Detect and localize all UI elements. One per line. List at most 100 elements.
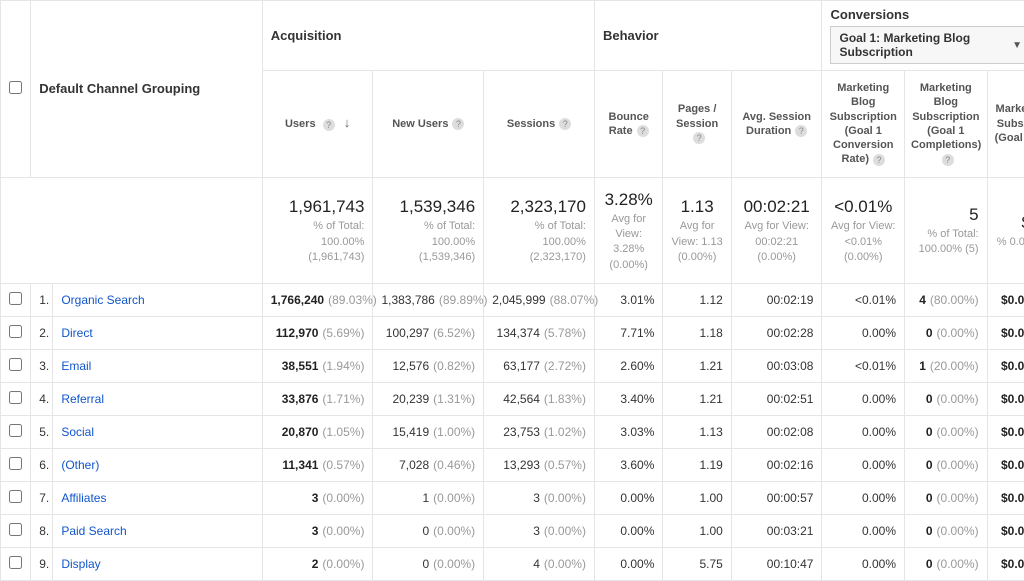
col-users[interactable]: Users ? ↓ xyxy=(262,71,373,178)
cell-pages: 1.19 xyxy=(663,449,731,482)
cell-completions: 1(20.00%) xyxy=(905,350,988,383)
row-checkbox-cell xyxy=(1,383,31,416)
row-checkbox-cell xyxy=(1,416,31,449)
channel-link[interactable]: Referral xyxy=(61,392,104,406)
table-row: 1.Organic Search1,766,240(89.03%)1,383,7… xyxy=(1,284,1024,317)
summary-value: $% 0.00 xyxy=(987,177,1024,283)
dimension-header[interactable]: Default Channel Grouping xyxy=(31,1,263,178)
cell-completions: 0(0.00%) xyxy=(905,416,988,449)
cell-new-users: 12,576(0.82%) xyxy=(373,350,484,383)
table-row: 6.(Other)11,341(0.57%)7,028(0.46%)13,293… xyxy=(1,449,1024,482)
cell-users: 38,551(1.94%) xyxy=(262,350,373,383)
col-value[interactable]: Market Subsc (Goal 1 xyxy=(987,71,1024,178)
col-pages[interactable]: Pages / Session? xyxy=(663,71,731,178)
cell-bounce: 0.00% xyxy=(594,482,662,515)
summary-conv-rate: <0.01%Avg for View: <0.01% (0.00%) xyxy=(822,177,905,283)
help-icon[interactable]: ? xyxy=(942,154,954,166)
col-completions[interactable]: Marketing Blog Subscription (Goal 1 Comp… xyxy=(905,71,988,178)
select-all-checkbox[interactable] xyxy=(9,81,22,94)
col-sessions[interactable]: Sessions? xyxy=(484,71,595,178)
cell-pages: 1.12 xyxy=(663,284,731,317)
row-checkbox[interactable] xyxy=(9,556,22,569)
col-new-users[interactable]: New Users? xyxy=(373,71,484,178)
row-checkbox[interactable] xyxy=(9,457,22,470)
cell-completions: 0(0.00%) xyxy=(905,317,988,350)
row-checkbox[interactable] xyxy=(9,325,22,338)
channel-link[interactable]: Direct xyxy=(61,326,92,340)
cell-conv-rate: <0.01% xyxy=(822,284,905,317)
channel-link[interactable]: Affiliates xyxy=(61,491,106,505)
goal-selector[interactable]: Goal 1: Marketing Blog Subscription ▼ xyxy=(830,26,1024,64)
cell-value: $0.00 xyxy=(987,449,1024,482)
cell-value: $0.00 xyxy=(987,515,1024,548)
help-icon[interactable]: ? xyxy=(637,125,649,137)
cell-sessions: 23,753(1.02%) xyxy=(484,416,595,449)
col-duration[interactable]: Avg. Session Duration? xyxy=(731,71,822,178)
cell-conv-rate: 0.00% xyxy=(822,482,905,515)
help-icon[interactable]: ? xyxy=(693,132,705,144)
row-checkbox[interactable] xyxy=(9,391,22,404)
cell-new-users: 1,383,786(89.89%) xyxy=(373,284,484,317)
cell-duration: 00:02:16 xyxy=(731,449,822,482)
cell-duration: 00:03:21 xyxy=(731,515,822,548)
cell-duration: 00:02:08 xyxy=(731,416,822,449)
row-checkbox-cell xyxy=(1,317,31,350)
help-icon[interactable]: ? xyxy=(795,125,807,137)
row-checkbox[interactable] xyxy=(9,358,22,371)
cell-value: $0.00 xyxy=(987,317,1024,350)
group-conversions: Conversions Goal 1: Marketing Blog Subsc… xyxy=(822,1,1024,71)
row-checkbox[interactable] xyxy=(9,490,22,503)
cell-users: 20,870(1.05%) xyxy=(262,416,373,449)
help-icon[interactable]: ? xyxy=(323,119,335,131)
cell-completions: 0(0.00%) xyxy=(905,515,988,548)
cell-duration: 00:02:19 xyxy=(731,284,822,317)
row-checkbox-cell xyxy=(1,350,31,383)
cell-bounce: 3.03% xyxy=(594,416,662,449)
cell-conv-rate: 0.00% xyxy=(822,317,905,350)
cell-sessions: 4(0.00%) xyxy=(484,548,595,581)
cell-new-users: 0(0.00%) xyxy=(373,515,484,548)
cell-duration: 00:02:51 xyxy=(731,383,822,416)
col-bounce[interactable]: Bounce Rate? xyxy=(594,71,662,178)
channel-link[interactable]: Social xyxy=(61,425,94,439)
channel-cell: Referral xyxy=(53,383,262,416)
cell-conv-rate: 0.00% xyxy=(822,416,905,449)
channel-link[interactable]: Organic Search xyxy=(61,293,144,307)
channel-link[interactable]: Paid Search xyxy=(61,524,126,538)
cell-duration: 00:00:57 xyxy=(731,482,822,515)
cell-completions: 4(80.00%) xyxy=(905,284,988,317)
cell-sessions: 2,045,999(88.07%) xyxy=(484,284,595,317)
channel-cell: Affiliates xyxy=(53,482,262,515)
cell-users: 2(0.00%) xyxy=(262,548,373,581)
channel-cell: (Other) xyxy=(53,449,262,482)
goal-selector-label: Goal 1: Marketing Blog Subscription xyxy=(839,31,1012,59)
sort-desc-icon: ↓ xyxy=(344,115,351,130)
cell-value: $0.00 xyxy=(987,350,1024,383)
cell-value: $0.00 xyxy=(987,548,1024,581)
row-checkbox[interactable] xyxy=(9,292,22,305)
help-icon[interactable]: ? xyxy=(559,118,571,130)
channels-table: Default Channel Grouping Acquisition Beh… xyxy=(0,0,1024,581)
table-row: 9.Display2(0.00%)0(0.00%)4(0.00%)0.00%5.… xyxy=(1,548,1024,581)
help-icon[interactable]: ? xyxy=(452,118,464,130)
row-checkbox[interactable] xyxy=(9,523,22,536)
cell-new-users: 1(0.00%) xyxy=(373,482,484,515)
channel-link[interactable]: Email xyxy=(61,359,91,373)
row-checkbox[interactable] xyxy=(9,424,22,437)
cell-conv-rate: 0.00% xyxy=(822,515,905,548)
channel-link[interactable]: (Other) xyxy=(61,458,99,472)
cell-bounce: 3.01% xyxy=(594,284,662,317)
row-checkbox-cell xyxy=(1,449,31,482)
cell-new-users: 0(0.00%) xyxy=(373,548,484,581)
channel-link[interactable]: Display xyxy=(61,557,100,571)
cell-completions: 0(0.00%) xyxy=(905,548,988,581)
row-index: 2. xyxy=(31,317,53,350)
cell-pages: 1.13 xyxy=(663,416,731,449)
row-index: 7. xyxy=(31,482,53,515)
row-checkbox-cell xyxy=(1,548,31,581)
col-conv-rate[interactable]: Marketing Blog Subscription (Goal 1 Conv… xyxy=(822,71,905,178)
help-icon[interactable]: ? xyxy=(873,154,885,166)
cell-value: $0.00 xyxy=(987,284,1024,317)
cell-bounce: 3.40% xyxy=(594,383,662,416)
row-index: 3. xyxy=(31,350,53,383)
